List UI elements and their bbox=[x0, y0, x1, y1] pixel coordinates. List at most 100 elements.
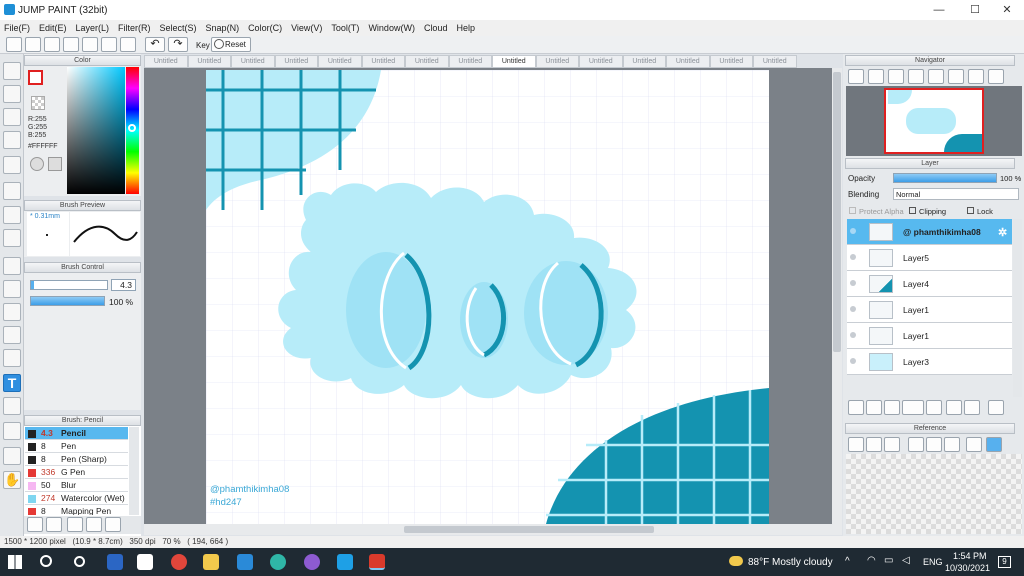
visibility-icon[interactable] bbox=[850, 280, 856, 286]
horizontal-scroll-thumb[interactable] bbox=[404, 526, 654, 533]
foreground-color-swatch[interactable] bbox=[28, 70, 43, 85]
battery-icon[interactable]: ▭ bbox=[884, 555, 893, 566]
grid-icon[interactable] bbox=[120, 37, 136, 52]
notification-center-icon[interactable]: 9 bbox=[998, 556, 1011, 568]
brush-size-slider[interactable] bbox=[30, 280, 108, 290]
tab-untitled[interactable]: Untitled bbox=[361, 55, 405, 68]
navigator-viewport[interactable] bbox=[884, 88, 984, 154]
redo-button[interactable]: ↷ bbox=[168, 37, 188, 52]
canvas-vertical-scrollbar[interactable] bbox=[832, 68, 842, 524]
brush-item-g-pen[interactable]: 336 G Pen bbox=[25, 466, 128, 479]
search-icon[interactable] bbox=[40, 555, 52, 567]
comment-icon[interactable] bbox=[44, 37, 60, 52]
menu-window[interactable]: Window(W) bbox=[368, 23, 415, 33]
tab-untitled[interactable]: Untitled bbox=[144, 55, 188, 68]
mail-icon[interactable] bbox=[237, 554, 253, 570]
jump-paint-icon[interactable] bbox=[369, 554, 385, 570]
chrome-icon[interactable] bbox=[171, 554, 187, 570]
navigator-preview[interactable] bbox=[846, 86, 1022, 156]
tab-untitled[interactable]: Untitled bbox=[535, 55, 579, 68]
eyedropper-tool-icon[interactable] bbox=[3, 422, 21, 440]
select-pen-tool-icon[interactable] bbox=[3, 326, 21, 344]
select-eraser-tool-icon[interactable] bbox=[3, 349, 21, 367]
rotate-left-icon[interactable] bbox=[928, 69, 944, 84]
reference-close-icon[interactable] bbox=[884, 437, 900, 452]
weather-text[interactable]: 88°F Mostly cloudy bbox=[748, 557, 833, 568]
folder-icon[interactable] bbox=[203, 554, 219, 570]
menu-file[interactable]: File(F) bbox=[4, 23, 30, 33]
brush-tree-icon[interactable] bbox=[27, 517, 43, 532]
transparent-color-swatch[interactable] bbox=[31, 96, 45, 110]
eraser-tool-icon[interactable] bbox=[3, 85, 21, 103]
visibility-icon[interactable] bbox=[850, 358, 856, 364]
rotate-right-icon[interactable] bbox=[968, 69, 984, 84]
reference-eyedropper-icon[interactable] bbox=[966, 437, 982, 452]
new-layer-icon[interactable] bbox=[848, 400, 864, 415]
brush-item-mapping-pen[interactable]: 8 Mapping Pen bbox=[25, 505, 128, 515]
volume-icon[interactable]: ◁ bbox=[902, 555, 910, 566]
share-icon[interactable] bbox=[25, 37, 41, 52]
layer-opacity-slider[interactable] bbox=[893, 173, 997, 183]
duplicate-layer-icon[interactable] bbox=[946, 400, 962, 415]
hue-handle[interactable] bbox=[128, 124, 136, 132]
canvas-horizontal-scrollbar[interactable] bbox=[144, 524, 842, 535]
layer-list-scrollbar[interactable] bbox=[1013, 219, 1022, 397]
clipping-checkbox[interactable] bbox=[909, 207, 916, 214]
reset-button[interactable]: Reset bbox=[211, 37, 251, 52]
layer-item-layer4[interactable]: Layer4 bbox=[847, 271, 1012, 297]
layer-item-text[interactable]: @ phamthikimha08 ✲ bbox=[847, 219, 1012, 245]
brush-folder-icon[interactable] bbox=[46, 517, 62, 532]
language-indicator[interactable]: ENG bbox=[923, 557, 943, 567]
reference-fit-icon[interactable] bbox=[926, 437, 942, 452]
brush-list-scrollbar[interactable] bbox=[129, 427, 139, 515]
reference-zoom-out-icon[interactable] bbox=[944, 437, 960, 452]
lock-checkbox[interactable] bbox=[967, 207, 974, 214]
line-tool-icon[interactable] bbox=[3, 131, 21, 149]
menu-cloud[interactable]: Cloud bbox=[424, 23, 448, 33]
lasso-tool-icon[interactable] bbox=[3, 280, 21, 298]
layer-item-layer1[interactable]: Layer1 bbox=[847, 297, 1012, 323]
pages-icon[interactable] bbox=[101, 37, 117, 52]
delete-layer-icon[interactable] bbox=[988, 400, 1004, 415]
layer-settings-icon[interactable]: ✲ bbox=[998, 226, 1007, 239]
gradient-tool-icon[interactable] bbox=[3, 229, 21, 247]
brush-item-pen[interactable]: 8 Pen bbox=[25, 440, 128, 453]
drawing-canvas[interactable]: @phamthikimha08 #hd247 bbox=[206, 70, 769, 524]
file-explorer-icon[interactable] bbox=[107, 554, 123, 570]
move-tool-icon[interactable] bbox=[3, 156, 21, 174]
operation-tool-icon[interactable] bbox=[3, 397, 21, 415]
maximize-button[interactable]: ☐ bbox=[958, 0, 992, 20]
select-rect-tool-icon[interactable] bbox=[3, 257, 21, 275]
brush-item-blur[interactable]: 50 Blur bbox=[25, 479, 128, 492]
hand-tool-icon[interactable]: ✋ bbox=[3, 471, 21, 489]
text-tool-icon[interactable]: T bbox=[3, 374, 21, 392]
tab-untitled[interactable]: Untitled bbox=[753, 55, 797, 68]
brush-folder2-icon[interactable] bbox=[105, 517, 121, 532]
page-icon[interactable] bbox=[82, 37, 98, 52]
menu-tool[interactable]: Tool(T) bbox=[331, 23, 359, 33]
menu-help[interactable]: Help bbox=[456, 23, 475, 33]
new-layer-1bit-icon[interactable] bbox=[884, 400, 900, 415]
blending-select[interactable]: Normal bbox=[893, 188, 1019, 200]
zoom-out-icon[interactable] bbox=[848, 69, 864, 84]
visibility-icon[interactable] bbox=[850, 228, 856, 234]
vertical-scroll-thumb[interactable] bbox=[833, 72, 841, 352]
cloud-icon[interactable] bbox=[6, 37, 22, 52]
flip-icon[interactable] bbox=[988, 69, 1004, 84]
tab-untitled[interactable]: Untitled bbox=[405, 55, 449, 68]
rectangle-tool-icon[interactable] bbox=[3, 108, 21, 126]
reference-zoom-in-icon[interactable] bbox=[908, 437, 924, 452]
rotate-reset-icon[interactable] bbox=[948, 69, 964, 84]
brush-item-pen-sharp[interactable]: 8 Pen (Sharp) bbox=[25, 453, 128, 466]
task-view-icon[interactable] bbox=[74, 556, 85, 567]
new-folder-icon[interactable] bbox=[926, 400, 942, 415]
layer-item-layer5[interactable]: Layer5 bbox=[847, 245, 1012, 271]
skype-icon[interactable] bbox=[337, 554, 353, 570]
palette-icon[interactable] bbox=[30, 157, 44, 171]
windows-start-icon[interactable] bbox=[8, 555, 22, 569]
brush-item-pencil[interactable]: 4.3 Pencil bbox=[25, 427, 128, 440]
menu-select[interactable]: Select(S) bbox=[160, 23, 197, 33]
brush-opacity-slider[interactable] bbox=[30, 296, 105, 306]
network-icon[interactable]: ◠ bbox=[867, 555, 876, 566]
menu-color[interactable]: Color(C) bbox=[248, 23, 282, 33]
